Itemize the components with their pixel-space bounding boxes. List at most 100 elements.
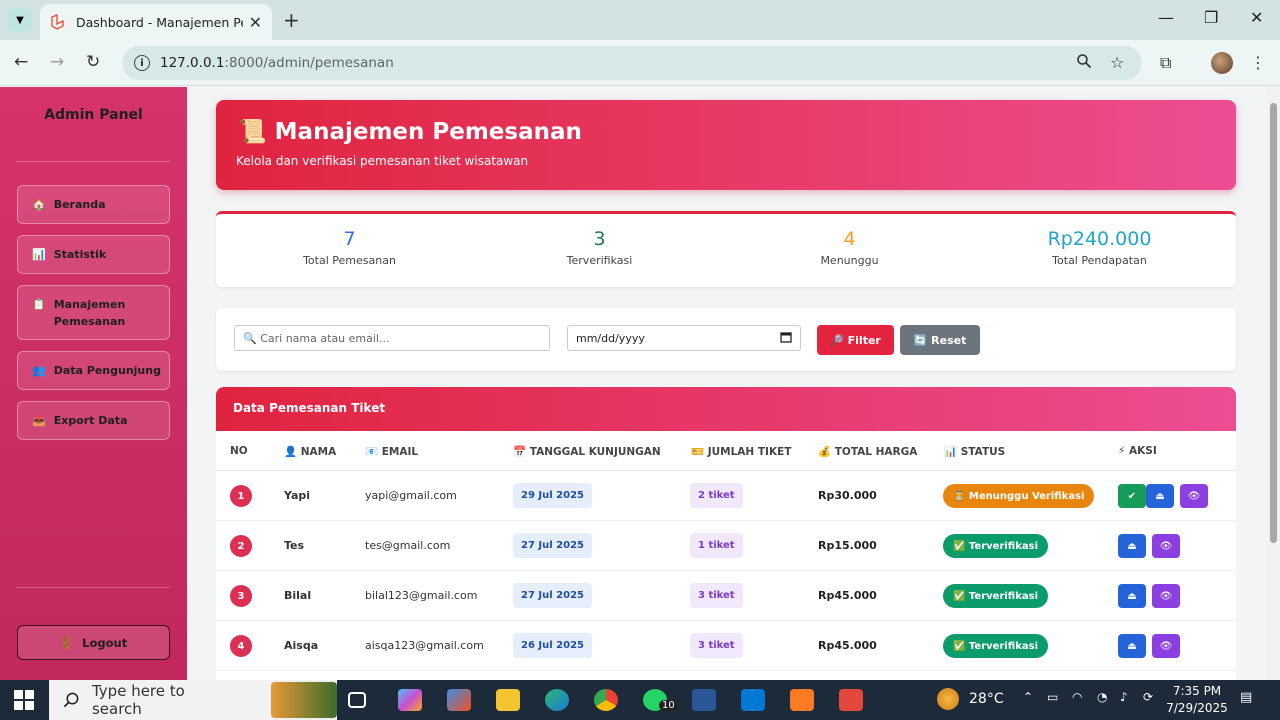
- copilot-icon[interactable]: [398, 689, 422, 711]
- home-icon: 🏠: [32, 198, 46, 211]
- close-tab-icon[interactable]: ✕: [249, 13, 262, 32]
- windows-taskbar: Type here to search 10 28°C ⌃ ▭ ◠ ◔ ♪ ⟳ …: [0, 680, 1280, 720]
- edge-icon[interactable]: [545, 689, 569, 711]
- zoom-icon[interactable]: [1076, 53, 1092, 73]
- stats-card: 7 Total Pemesanan 3 Terverifikasi 4 Menu…: [216, 211, 1236, 287]
- site-info-icon[interactable]: i: [134, 55, 150, 71]
- bookmark-star-icon[interactable]: ☆: [1110, 53, 1124, 72]
- clock-time: 7:35 PM: [1172, 684, 1222, 698]
- chrome-icon[interactable]: [594, 689, 618, 711]
- page-header: 📜 Manajemen Pemesanan Kelola dan verifik…: [216, 100, 1236, 190]
- store-icon[interactable]: [447, 689, 471, 711]
- whatsapp-badge: 10: [659, 700, 678, 711]
- logout-button[interactable]: 🚪 Logout: [17, 625, 170, 660]
- scrollbar-thumb[interactable]: [1270, 103, 1277, 543]
- new-tab-button[interactable]: +: [283, 8, 300, 32]
- upload-button[interactable]: ⏏: [1118, 584, 1146, 608]
- column-header-status: 📊 STATUS: [944, 446, 1006, 458]
- windows-start-icon[interactable]: [14, 690, 34, 714]
- row-tiket-badge: 1 tiket: [690, 533, 743, 558]
- sidebar-divider: [16, 587, 170, 588]
- task-view-icon[interactable]: [348, 692, 366, 708]
- sidebar-item-label: Statistik: [53, 248, 107, 261]
- url-field[interactable]: i 127.0.0.1:8000/admin/pemesanan: [122, 46, 1142, 80]
- browser-tab[interactable]: Dashboard - Manajemen Pemesanan ✕: [40, 4, 272, 40]
- calendar-icon[interactable]: [780, 331, 792, 346]
- url-path: :8000/admin/pemesanan: [224, 55, 394, 71]
- battery-icon[interactable]: ▭: [1047, 690, 1058, 704]
- notification-icon[interactable]: ▤: [1240, 690, 1252, 705]
- volume-icon[interactable]: ♪: [1120, 690, 1128, 704]
- reload-icon[interactable]: ↻: [86, 52, 100, 72]
- verify-button[interactable]: ✔: [1118, 484, 1146, 508]
- show-hidden-icons-icon[interactable]: ⌃: [1023, 690, 1033, 704]
- status-badge: ✅ Terverifikasi: [943, 634, 1048, 658]
- upload-button[interactable]: ⏏: [1118, 534, 1146, 558]
- tab-search-button[interactable]: ▼: [8, 8, 32, 32]
- sidebar-item-statistik[interactable]: 📊 Statistik: [17, 235, 170, 274]
- vscode-icon[interactable]: [741, 689, 765, 711]
- laravel-favicon-icon: [51, 14, 64, 30]
- sidebar-item-data-pengunjung[interactable]: 👥 Data Pengunjung: [17, 351, 170, 390]
- filter-card: 🔍 Cari nama atau email... mm/dd/yyyy 🔎 F…: [216, 308, 1236, 371]
- restore-icon[interactable]: ❐: [1204, 8, 1218, 27]
- sidebar-item-label: Beranda: [53, 198, 106, 211]
- forward-icon[interactable]: →: [50, 52, 64, 72]
- page-title-text: Manajemen Pemesanan: [274, 119, 582, 145]
- logout-label: Logout: [82, 635, 128, 650]
- sidebar-item-export-data[interactable]: 📤 Export Data: [17, 401, 170, 440]
- reset-button[interactable]: 🔄 Reset: [900, 325, 980, 355]
- sidebar-item-manajemen-pemesanan[interactable]: 📋 Manajemen Pemesanan: [17, 285, 170, 340]
- date-input[interactable]: mm/dd/yyyy: [567, 325, 801, 351]
- upload-button[interactable]: ⏏: [1118, 634, 1146, 658]
- users-icon: 👥: [32, 364, 46, 377]
- laragon-icon[interactable]: [839, 689, 863, 711]
- row-number: 1: [230, 485, 252, 507]
- minimize-icon[interactable]: —: [1158, 8, 1174, 27]
- taskbar-search[interactable]: Type here to search: [49, 680, 337, 720]
- tab-title: Dashboard - Manajemen Pemesanan: [76, 14, 243, 30]
- table-title: Data Pemesanan Tiket: [233, 401, 386, 415]
- row-tanggal-badge: 29 Jul 2025: [513, 483, 592, 508]
- profile-avatar[interactable]: [1211, 52, 1233, 74]
- row-harga: Rp30.000: [818, 489, 877, 502]
- close-window-icon[interactable]: ✕: [1250, 8, 1263, 27]
- sidebar-item-label: Manajemen Pemesanan: [53, 298, 126, 328]
- view-button[interactable]: 👁: [1180, 484, 1208, 508]
- browser-tab-bar: ▼ Dashboard - Manajemen Pemesanan ✕ + — …: [0, 0, 1280, 40]
- wifi-icon[interactable]: ◔: [1097, 690, 1107, 704]
- url-host: 127.0.0.1: [160, 55, 225, 71]
- network-icon[interactable]: ◠: [1072, 690, 1082, 704]
- extensions-icon[interactable]: ⧉: [1160, 53, 1171, 73]
- weather-icon[interactable]: [937, 688, 959, 710]
- filter-button[interactable]: 🔎 Filter: [817, 325, 894, 355]
- view-button[interactable]: 👁: [1152, 634, 1180, 658]
- column-header-tanggal: 📅 TANGGAL KUNJUNGAN: [513, 446, 661, 458]
- row-nama: Bilal: [284, 589, 312, 602]
- row-tanggal-badge: 26 Jul 2025: [513, 633, 592, 658]
- system-clock[interactable]: 7:35 PM 7/29/2025: [1162, 683, 1232, 717]
- clock-date: 7/29/2025: [1166, 701, 1228, 715]
- row-tanggal-badge: 27 Jul 2025: [513, 583, 592, 608]
- file-explorer-icon[interactable]: [496, 689, 520, 711]
- door-icon: 🚪: [59, 635, 75, 650]
- stat-total-pemesanan: 7 Total Pemesanan: [222, 228, 477, 267]
- stat-value: 3: [593, 228, 606, 250]
- stat-label: Menunggu: [820, 254, 879, 267]
- table-row: 2 Tes tes@gmail.com 27 Jul 2025 1 tiket Rp15.…: [216, 521, 1236, 571]
- search-input[interactable]: 🔍 Cari nama atau email...: [234, 325, 550, 351]
- view-button[interactable]: 👁: [1152, 584, 1180, 608]
- sidebar-item-beranda[interactable]: 🏠 Beranda: [17, 185, 170, 224]
- sync-icon[interactable]: ⟳: [1143, 690, 1153, 704]
- stat-label: Terverifikasi: [566, 254, 633, 267]
- row-tiket-badge: 2 tiket: [690, 483, 743, 508]
- back-icon[interactable]: ←: [14, 52, 28, 72]
- upload-button[interactable]: ⏏: [1146, 484, 1174, 508]
- page-scrollbar[interactable]: [1267, 87, 1280, 680]
- browser-menu-icon[interactable]: ⋮: [1250, 53, 1266, 72]
- stat-terverifikasi: 3 Terverifikasi: [472, 228, 727, 267]
- row-number: 3: [230, 585, 252, 607]
- view-button[interactable]: 👁: [1152, 534, 1180, 558]
- word-icon[interactable]: [692, 689, 716, 711]
- xampp-icon[interactable]: [790, 689, 814, 711]
